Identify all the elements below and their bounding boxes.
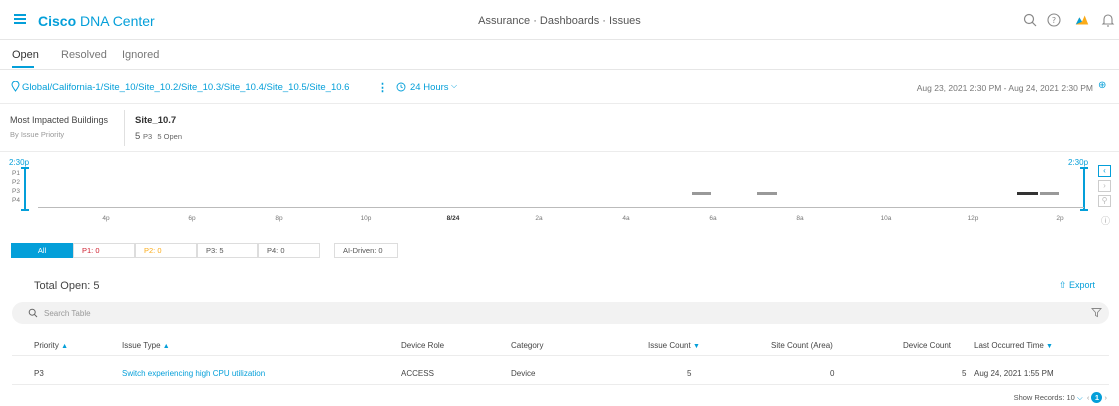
tab-open[interactable]: Open	[12, 49, 39, 61]
chevron-down-icon[interactable]: ⌵	[451, 81, 457, 91]
site-path-selector[interactable]: Global/California-1/Site_10/Site_10.2/Si…	[22, 82, 349, 93]
search-icon[interactable]	[1022, 12, 1038, 28]
row-category: Device	[511, 369, 536, 378]
column-header-last-occurred[interactable]: Last Occurred Time ▼	[974, 341, 1053, 350]
most-impacted-label: Most Impacted Buildings	[10, 115, 109, 125]
timeline-tick: 8a	[796, 215, 804, 222]
timeline-tick: 12p	[967, 215, 979, 222]
timeline-tick: 6a	[709, 215, 717, 222]
filter-p2[interactable]: P2: 0	[135, 243, 197, 258]
filter-p1[interactable]: P1: 0	[73, 243, 135, 258]
timeline-start-handle[interactable]	[24, 167, 26, 211]
column-header-issue-count[interactable]: Issue Count ▼	[648, 341, 700, 350]
row-device-role: ACCESS	[401, 369, 434, 378]
timeline-tick: 2p	[1056, 215, 1064, 222]
row-issue-type-link[interactable]: Switch experiencing high CPU utilization	[122, 369, 265, 378]
search-input[interactable]: Search Table	[44, 309, 91, 318]
filter-p4[interactable]: P4: 0	[258, 243, 320, 258]
timeline-issue-bar[interactable]	[692, 192, 711, 195]
timeline-priority-label: P2	[12, 179, 20, 186]
table-row-divider	[12, 384, 1109, 385]
row-issue-count: 5	[687, 369, 692, 378]
next-page-icon[interactable]: ›	[1105, 393, 1108, 402]
handle-cap	[1080, 167, 1088, 169]
previous-page-icon[interactable]: ‹	[1087, 393, 1090, 402]
total-open-count: Total Open: 5	[34, 280, 100, 292]
row-priority: P3	[34, 369, 44, 378]
collapse-left-icon[interactable]: ‹	[1098, 165, 1111, 177]
divider	[0, 151, 1119, 152]
filter-ai-driven[interactable]: AI-Driven: 0	[334, 243, 398, 258]
svg-text:?: ?	[1052, 16, 1056, 25]
column-header-issue-type[interactable]: Issue Type ▲	[122, 341, 170, 350]
add-circle-icon[interactable]: ⊕	[1098, 80, 1106, 91]
timeline-priority-label: P1	[12, 170, 20, 177]
column-header-priority[interactable]: Priority ▲	[34, 341, 68, 350]
zoom-icon[interactable]: ⚲	[1098, 195, 1111, 207]
handle-cap	[21, 167, 29, 169]
timeline-priority-label: P4	[12, 197, 20, 204]
timeline-issue-bar[interactable]	[1017, 192, 1038, 195]
timeline-priority-label: P3	[12, 188, 20, 195]
pagination: Show Records: 10 ⌵ ‹ 1 ›	[1014, 392, 1107, 403]
handle-cap	[21, 209, 29, 211]
column-header-device-count[interactable]: Device Count	[903, 341, 951, 350]
export-button[interactable]: ⇧ Export	[1059, 280, 1095, 291]
timeline-tick: 4a	[622, 215, 630, 222]
column-header-device-role[interactable]: Device Role	[401, 341, 444, 350]
row-last-occurred: Aug 24, 2021 1:55 PM	[974, 369, 1054, 378]
bell-icon[interactable]	[1100, 12, 1116, 28]
next-icon[interactable]: ›	[1098, 180, 1111, 192]
tab-bar	[0, 40, 1119, 70]
timeline-tick: 10p	[360, 215, 372, 222]
timeline-tick: 2a	[535, 215, 543, 222]
column-header-site-count[interactable]: Site Count (Area)	[771, 341, 833, 350]
table-header-divider	[12, 355, 1109, 356]
timeline-tick: 10a	[880, 215, 892, 222]
timeline-tick: 8p	[275, 215, 283, 222]
separator	[124, 110, 125, 146]
filter-icon[interactable]	[1091, 307, 1102, 318]
active-tab-indicator	[12, 66, 34, 68]
clock-icon	[396, 82, 406, 92]
warning-icon[interactable]	[1074, 12, 1090, 28]
most-impacted-sublabel: By Issue Priority	[10, 130, 65, 139]
divider	[0, 103, 1119, 104]
building-stats: 5 P3 5 Open	[135, 131, 183, 142]
info-icon[interactable]: ⓘ	[1101, 214, 1110, 227]
timeline-tick: 6p	[188, 215, 196, 222]
handle-cap	[1080, 209, 1088, 211]
row-site-count: 0	[830, 369, 835, 378]
location-pin-icon	[11, 81, 20, 92]
filter-p3[interactable]: P3: 5	[197, 243, 258, 258]
help-icon[interactable]: ?	[1046, 12, 1062, 28]
timeline-tick: 8/24	[446, 215, 460, 222]
timeline-end-time: 2:30p	[1068, 158, 1089, 167]
chevron-down-icon[interactable]: ⌵	[1077, 393, 1083, 402]
show-records-dropdown[interactable]: Show Records: 10	[1014, 393, 1075, 402]
column-header-category[interactable]: Category	[511, 341, 543, 350]
search-icon	[28, 308, 38, 318]
tab-ignored[interactable]: Ignored	[122, 49, 159, 61]
row-device-count: 5	[962, 369, 967, 378]
page-number[interactable]: 1	[1091, 392, 1103, 403]
timeline-issue-bar[interactable]	[1040, 192, 1059, 195]
time-range-dropdown[interactable]: 24 Hours	[410, 82, 449, 93]
more-options-icon[interactable]: ⋮	[377, 81, 388, 94]
timeline-start-time: 2:30p	[9, 158, 30, 167]
filter-all[interactable]: All	[11, 243, 73, 258]
tab-resolved[interactable]: Resolved	[61, 49, 107, 61]
date-range: Aug 23, 2021 2:30 PM - Aug 24, 2021 2:30…	[916, 83, 1093, 93]
search-bar[interactable]	[12, 302, 1109, 324]
timeline-axis	[38, 207, 1084, 208]
breadcrumb: Assurance · Dashboards · Issues	[478, 15, 641, 27]
timeline-end-handle[interactable]	[1083, 167, 1085, 211]
export-icon: ⇧	[1058, 280, 1067, 290]
building-name[interactable]: Site_10.7	[135, 115, 176, 126]
timeline-tick: 4p	[102, 215, 110, 222]
timeline-issue-bar[interactable]	[757, 192, 777, 195]
